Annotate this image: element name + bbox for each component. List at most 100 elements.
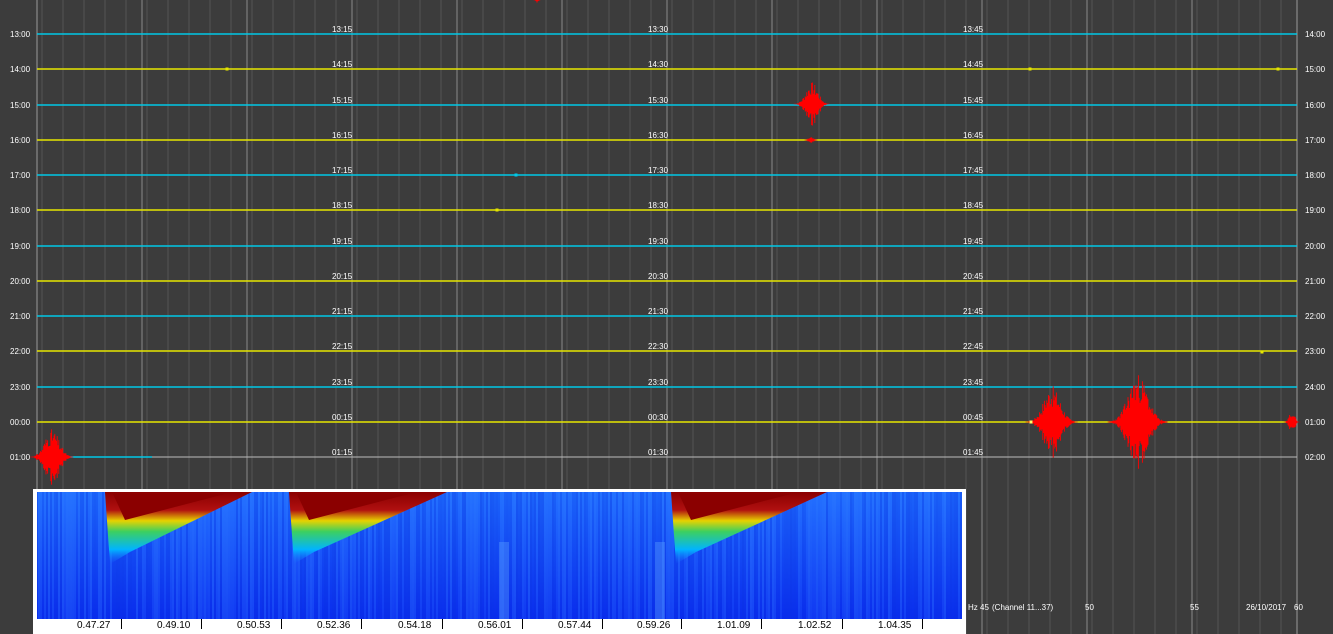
quarter-time-label: 16:15 xyxy=(332,131,353,140)
three-quarter-time-label: 20:45 xyxy=(963,272,984,281)
trace-spike xyxy=(225,67,229,71)
left-time-label: 00:00 xyxy=(10,418,31,427)
right-time-label: 01:00 xyxy=(1305,418,1326,427)
spectrogram-time-tick: 0.49.10 xyxy=(157,620,191,631)
left-time-label: 17:00 xyxy=(10,171,31,180)
spectrogram-time-tick: 1.02.52 xyxy=(798,620,832,631)
half-time-label: 17:30 xyxy=(648,166,669,175)
left-time-label: 15:00 xyxy=(10,101,31,110)
right-time-label: 16:00 xyxy=(1305,101,1326,110)
three-quarter-time-label: 22:45 xyxy=(963,342,984,351)
half-time-label: 22:30 xyxy=(648,342,669,351)
three-quarter-time-label: 14:45 xyxy=(963,60,984,69)
spectrogram-panel: 0.47.27 0.49.10 0.50.53 0.52.36 0.54.18 0.56.… xyxy=(33,489,966,634)
spectrogram-column xyxy=(655,542,665,619)
half-time-label: 20:30 xyxy=(648,272,669,281)
quarter-time-label: 18:15 xyxy=(332,201,353,210)
seismic-event xyxy=(1283,415,1301,429)
spectrogram-time-axis: 0.47.27 0.49.10 0.50.53 0.52.36 0.54.18 0.56.… xyxy=(33,619,966,634)
quarter-time-label: 20:15 xyxy=(332,272,353,281)
frequency-tick-label: 45 xyxy=(980,603,989,612)
three-quarter-time-label: 00:45 xyxy=(963,413,984,422)
quarter-time-label: 01:15 xyxy=(332,448,353,457)
date-label: 26/10/2017 xyxy=(1246,603,1287,612)
right-time-label: 22:00 xyxy=(1305,312,1326,321)
left-time-label: 13:00 xyxy=(10,30,31,39)
half-time-label: 15:30 xyxy=(648,96,669,105)
left-time-label: 23:00 xyxy=(10,383,31,392)
spectrogram-time-tick: 0.59.26 xyxy=(637,620,671,631)
right-time-label: 19:00 xyxy=(1305,206,1326,215)
left-time-label: 18:00 xyxy=(10,206,31,215)
spectrogram-image xyxy=(37,492,962,619)
seismic-event xyxy=(29,429,74,485)
three-quarter-time-label: 18:45 xyxy=(963,201,984,210)
spectrogram-time-tick: 0.52.36 xyxy=(317,620,351,631)
left-time-label: 16:00 xyxy=(10,136,31,145)
left-time-label: 22:00 xyxy=(10,347,31,356)
channel-label: (Channel 11...37) xyxy=(992,603,1054,612)
quarter-time-label: 23:15 xyxy=(332,378,353,387)
half-time-label: 16:30 xyxy=(648,131,669,140)
three-quarter-time-label: 17:45 xyxy=(963,166,984,175)
left-time-label: 14:00 xyxy=(10,65,31,74)
frequency-tick-label: 60 xyxy=(1294,603,1303,612)
half-time-label: 18:30 xyxy=(648,201,669,210)
spectrogram-tick-mark xyxy=(522,619,523,629)
seismic-event xyxy=(1025,386,1078,458)
seismic-event xyxy=(533,0,541,3)
three-quarter-time-label: 16:45 xyxy=(963,131,984,140)
left-time-label: 21:00 xyxy=(10,312,31,321)
spectrogram-time-tick: 0.56.01 xyxy=(478,620,512,631)
quarter-time-label: 15:15 xyxy=(332,96,353,105)
right-time-label: 18:00 xyxy=(1305,171,1326,180)
spectrogram-tick-mark xyxy=(281,619,282,629)
right-time-label: 21:00 xyxy=(1305,277,1326,286)
spectrogram-tick-mark xyxy=(442,619,443,629)
right-time-label: 24:00 xyxy=(1305,383,1326,392)
quarter-time-label: 13:15 xyxy=(332,25,353,34)
trace-spike xyxy=(1029,420,1033,424)
trace-spike xyxy=(1028,67,1032,71)
spectrogram-tick-mark xyxy=(842,619,843,629)
frequency-tick-label: 55 xyxy=(1190,603,1199,612)
quarter-time-label: 17:15 xyxy=(332,166,353,175)
spectrogram-tick-mark xyxy=(602,619,603,629)
spectrogram-time-tick: 0.50.53 xyxy=(237,620,271,631)
three-quarter-time-label: 13:45 xyxy=(963,25,984,34)
spectrogram-time-tick: 1.01.09 xyxy=(717,620,751,631)
right-time-label: 14:00 xyxy=(1305,30,1326,39)
trace-spike xyxy=(495,208,499,212)
half-time-label: 14:30 xyxy=(648,60,669,69)
spectrogram-tick-mark xyxy=(681,619,682,629)
spectrogram-tick-mark xyxy=(121,619,122,629)
quarter-time-label: 14:15 xyxy=(332,60,353,69)
half-time-label: 19:30 xyxy=(648,237,669,246)
half-time-label: 21:30 xyxy=(648,307,669,316)
right-time-label: 20:00 xyxy=(1305,242,1326,251)
trace-spike xyxy=(1260,350,1264,354)
hz-label: Hz xyxy=(968,603,978,612)
seismic-event xyxy=(1107,375,1168,469)
spectrogram-tick-mark xyxy=(922,619,923,629)
right-time-label: 17:00 xyxy=(1305,136,1326,145)
seismic-event xyxy=(793,82,830,126)
spectrogram-tick-mark xyxy=(361,619,362,629)
left-time-label: 01:00 xyxy=(10,453,31,462)
right-time-label: 15:00 xyxy=(1305,65,1326,74)
spectrogram-time-tick: 0.47.27 xyxy=(77,620,111,631)
quarter-time-label: 19:15 xyxy=(332,237,353,246)
three-quarter-time-label: 21:45 xyxy=(963,307,984,316)
three-quarter-time-label: 15:45 xyxy=(963,96,984,105)
three-quarter-time-label: 01:45 xyxy=(963,448,984,457)
quarter-time-label: 22:15 xyxy=(332,342,353,351)
right-time-label: 23:00 xyxy=(1305,347,1326,356)
right-time-label: 02:00 xyxy=(1305,453,1326,462)
trace-spike xyxy=(1276,67,1280,71)
quarter-time-label: 21:15 xyxy=(332,307,353,316)
half-time-label: 01:30 xyxy=(648,448,669,457)
three-quarter-time-label: 19:45 xyxy=(963,237,984,246)
half-time-label: 00:30 xyxy=(648,413,669,422)
half-time-label: 13:30 xyxy=(648,25,669,34)
half-time-label: 23:30 xyxy=(648,378,669,387)
